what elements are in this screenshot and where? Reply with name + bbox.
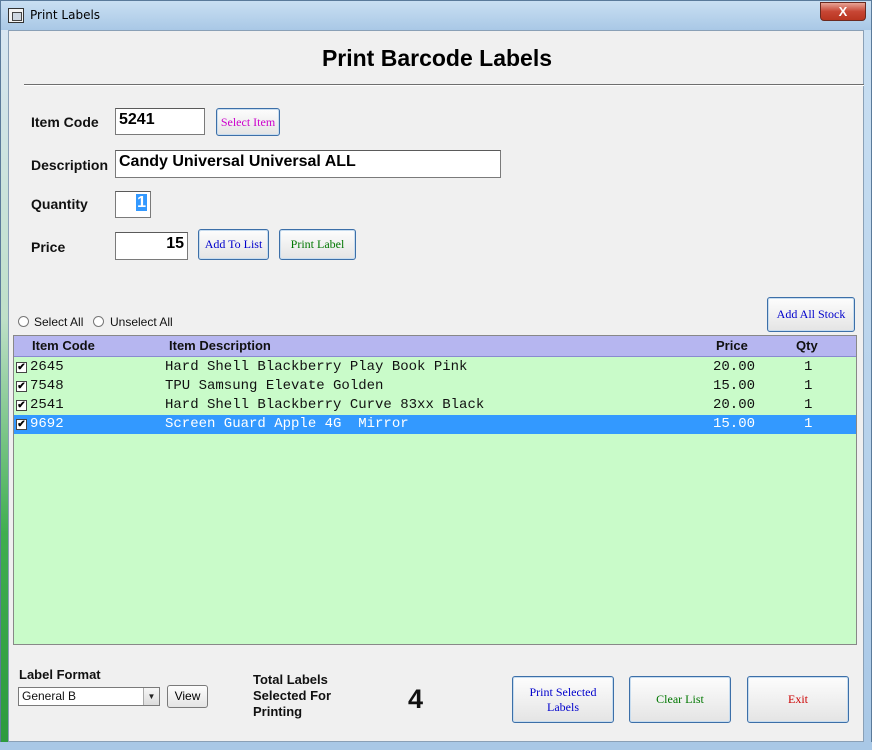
column-header-qty[interactable]: Qty xyxy=(796,338,818,353)
row-qty: 1 xyxy=(804,397,813,413)
print-selected-labels-button[interactable]: Print Selected Labels xyxy=(512,676,614,723)
row-price: 20.00 xyxy=(713,359,756,375)
column-header-item-description[interactable]: Item Description xyxy=(169,338,271,353)
title-bar: Print Labels X xyxy=(0,0,872,30)
row-item-description: Hard Shell Blackberry Play Book Pink xyxy=(165,359,468,375)
quantity-label: Quantity xyxy=(31,196,88,212)
description-input[interactable]: Candy Universal Universal ALL xyxy=(115,150,501,178)
total-labels-line2: Selected For xyxy=(253,688,332,703)
view-button[interactable]: View xyxy=(167,685,208,708)
row-item-description: TPU Samsung Elevate Golden xyxy=(165,378,384,394)
total-labels-count: 4 xyxy=(408,684,424,714)
table-row[interactable]: ✔ 7548 TPU Samsung Elevate Golden 15.00 … xyxy=(14,377,856,396)
chevron-down-icon[interactable]: ▼ xyxy=(143,688,159,705)
table-row[interactable]: ✔ 2541 Hard Shell Blackberry Curve 83xx … xyxy=(14,396,856,415)
exit-button[interactable]: Exit xyxy=(747,676,849,723)
unselect-all-radio[interactable] xyxy=(93,316,104,327)
row-item-description: Hard Shell Blackberry Curve 83xx Black xyxy=(165,397,485,413)
page-title: Print Barcode Labels xyxy=(321,45,553,71)
quantity-value: 1 xyxy=(136,194,147,211)
column-header-item-code[interactable]: Item Code xyxy=(32,338,95,353)
unselect-all-label: Unselect All xyxy=(110,315,173,329)
description-label: Description xyxy=(31,157,109,173)
row-price: 15.00 xyxy=(713,416,756,432)
row-item-code: 7548 xyxy=(30,378,64,394)
select-item-button[interactable]: Select Item xyxy=(216,108,280,136)
labels-grid[interactable]: Item Code Item Description Price Qty ✔ 2… xyxy=(13,335,857,645)
clear-list-button[interactable]: Clear List xyxy=(629,676,731,723)
app-icon xyxy=(8,8,24,23)
row-qty: 1 xyxy=(804,359,813,375)
row-price: 15.00 xyxy=(713,378,756,394)
row-price: 20.00 xyxy=(713,397,756,413)
row-checkbox[interactable]: ✔ xyxy=(16,400,27,411)
window-left-border xyxy=(0,30,8,750)
table-row-selected[interactable]: ✔ 9692 Screen Guard Apple 4G Mirror 15.0… xyxy=(14,415,856,434)
item-code-label: Item Code xyxy=(31,114,99,130)
column-header-price[interactable]: Price xyxy=(716,338,748,353)
row-item-code: 2541 xyxy=(30,397,64,413)
add-to-list-button[interactable]: Add To List xyxy=(198,229,269,260)
print-label-button[interactable]: Print Label xyxy=(279,229,356,260)
label-format-label: Label Format xyxy=(19,667,101,682)
add-all-stock-button[interactable]: Add All Stock xyxy=(767,297,855,332)
row-item-description: Screen Guard Apple 4G Mirror xyxy=(165,416,409,432)
item-code-input[interactable]: 5241 xyxy=(115,108,205,135)
grid-header: Item Code Item Description Price Qty xyxy=(14,336,856,357)
row-qty: 1 xyxy=(804,378,813,394)
close-window-button[interactable]: X xyxy=(820,2,866,21)
window-bottom-border xyxy=(0,742,872,750)
price-label: Price xyxy=(31,239,66,255)
window-right-border xyxy=(864,30,872,750)
select-all-radio[interactable] xyxy=(18,316,29,327)
table-row[interactable]: ✔ 2645 Hard Shell Blackberry Play Book P… xyxy=(14,358,856,377)
row-checkbox[interactable]: ✔ xyxy=(16,381,27,392)
row-qty: 1 xyxy=(804,416,813,432)
price-input[interactable]: 15 xyxy=(115,232,188,260)
row-checkbox[interactable]: ✔ xyxy=(16,419,27,430)
title-divider xyxy=(24,84,864,86)
row-checkbox[interactable]: ✔ xyxy=(16,362,27,373)
window-title: Print Labels xyxy=(30,8,101,22)
form-client-area: Print Barcode Labels Item Code 5241 Sele… xyxy=(8,30,864,742)
total-labels-line1: Total Labels xyxy=(253,672,328,687)
print-selected-line1: Print Selected xyxy=(529,684,597,699)
label-format-select[interactable]: General B ▼ xyxy=(18,687,160,706)
select-all-label: Select All xyxy=(34,315,84,329)
row-item-code: 2645 xyxy=(30,359,64,375)
total-labels-line3: Printing xyxy=(253,704,303,719)
quantity-input[interactable]: 1 xyxy=(115,191,151,218)
print-selected-line2: Labels xyxy=(547,699,579,714)
label-format-value: General B xyxy=(22,689,77,703)
row-item-code: 9692 xyxy=(30,416,64,432)
